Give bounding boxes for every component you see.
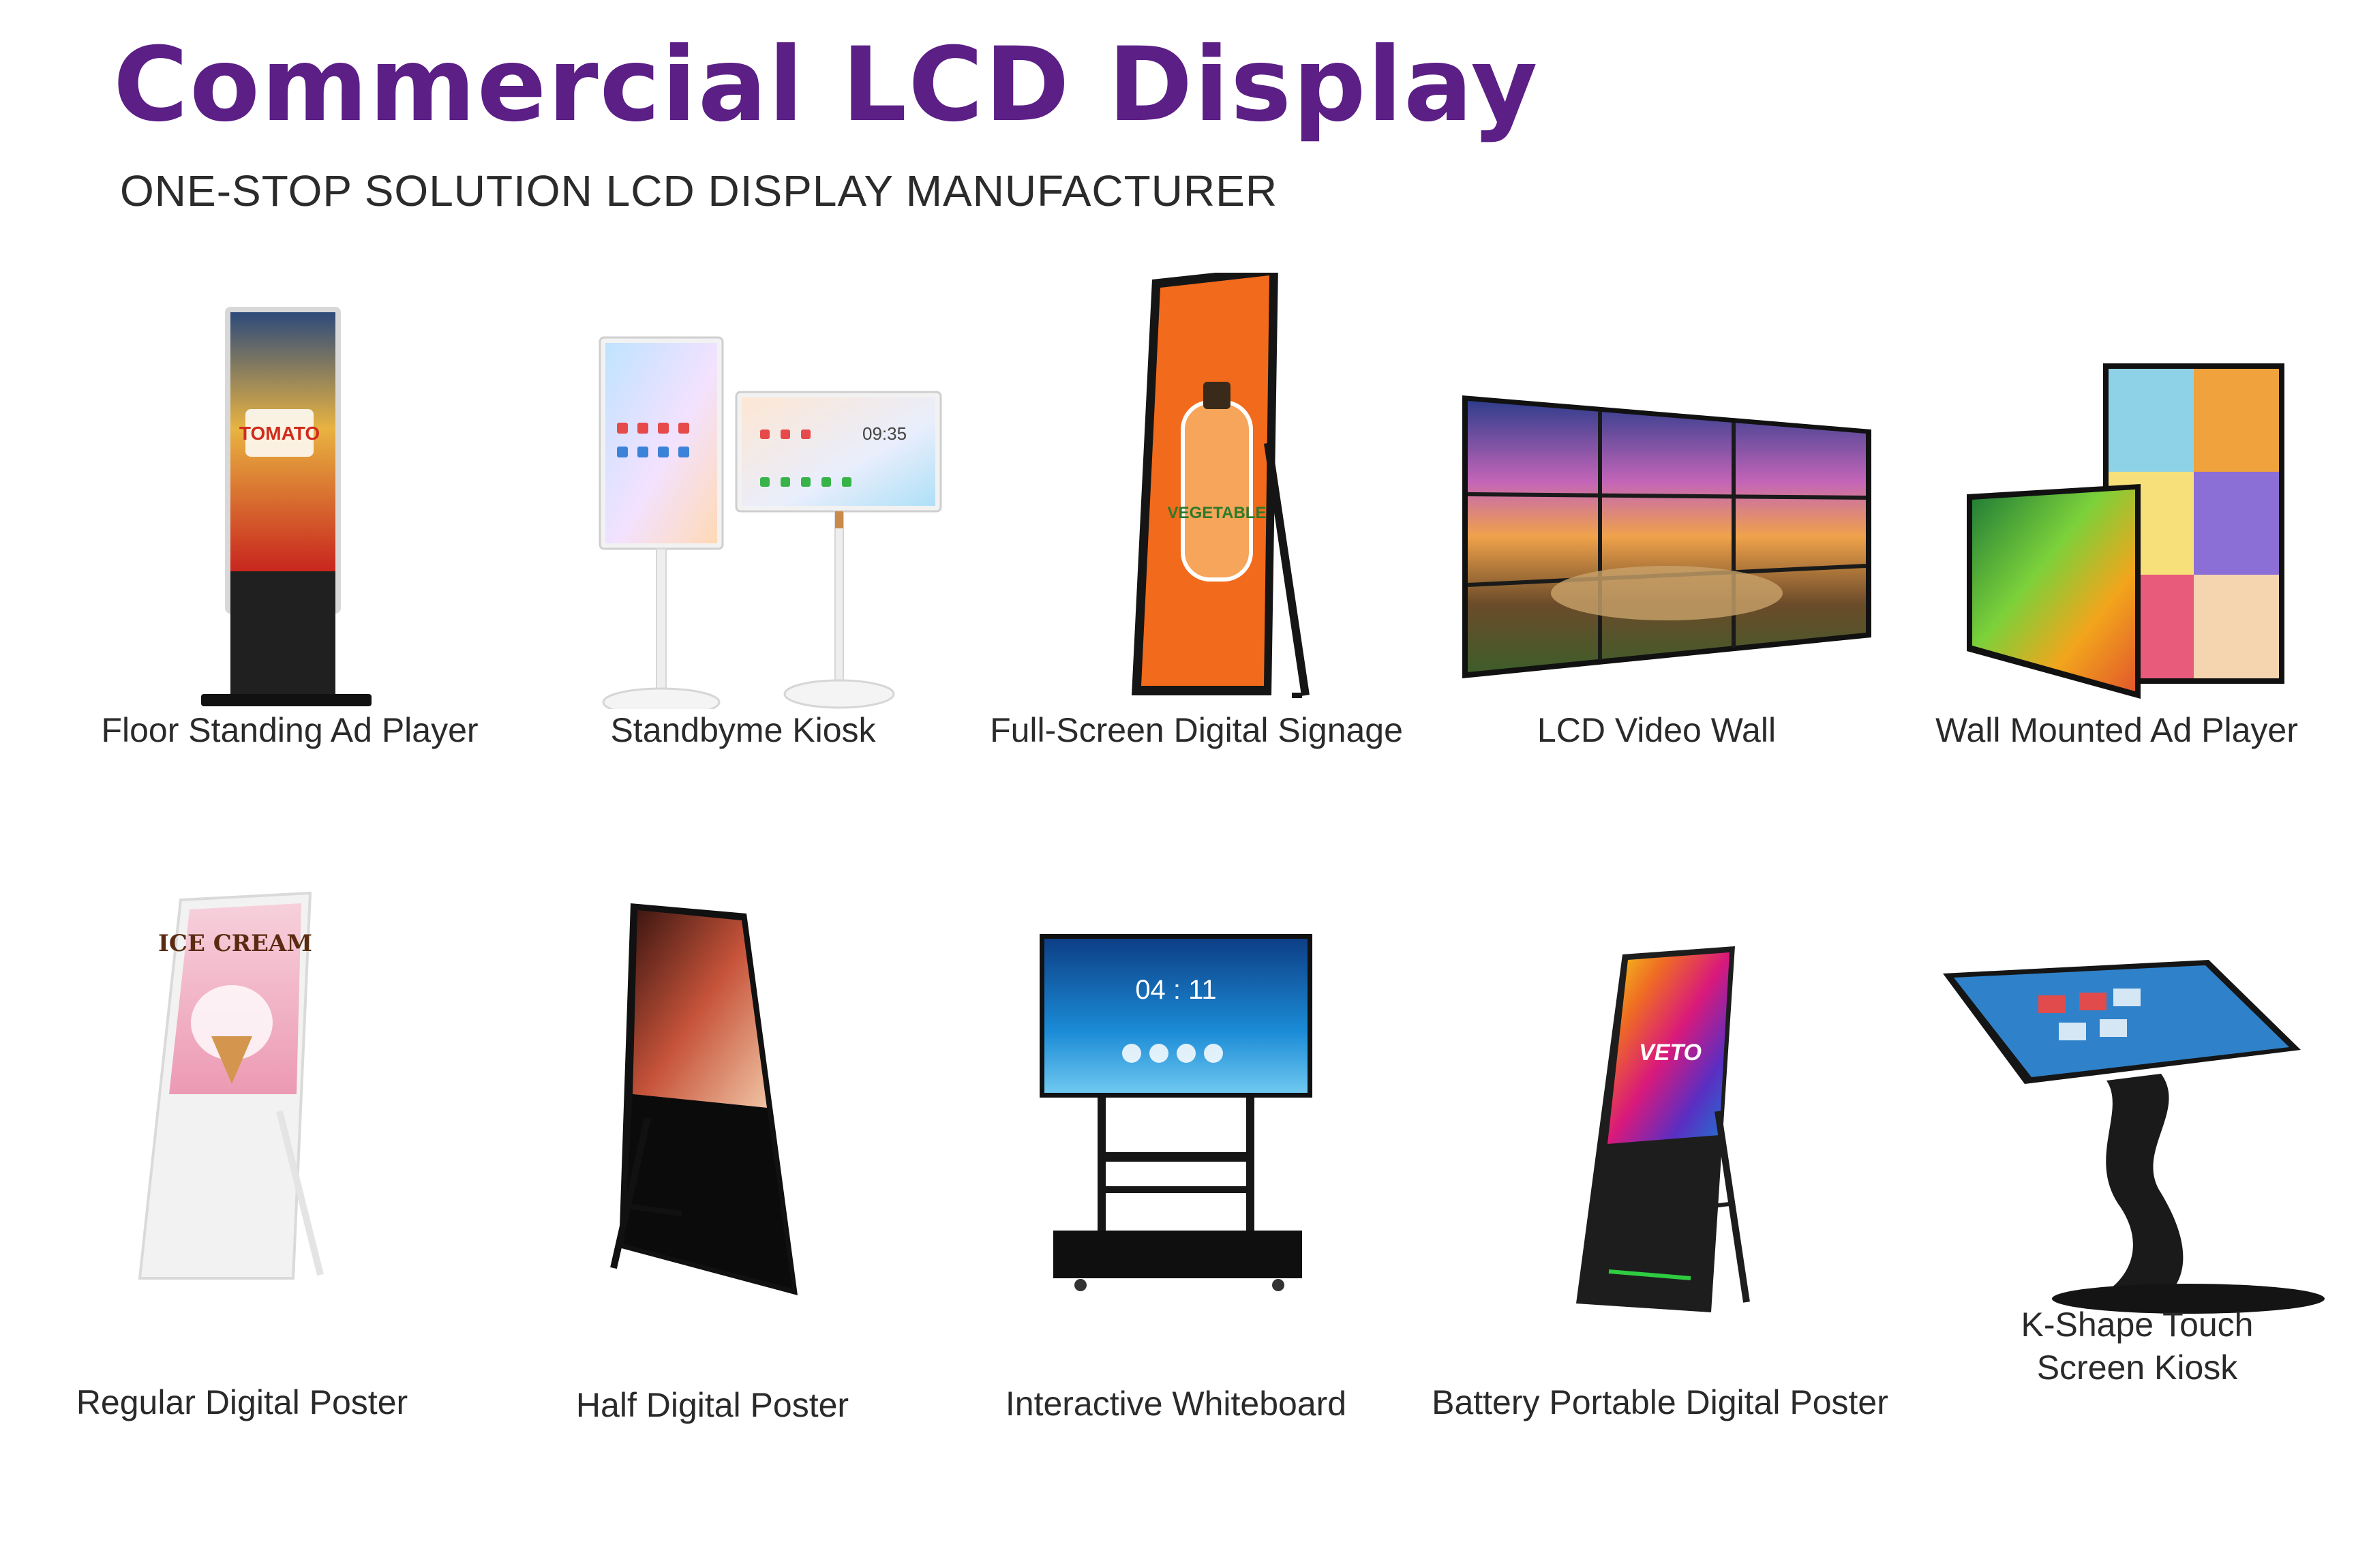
svg-text:ICE CREAM: ICE CREAM [158, 930, 312, 957]
product-label-line2: Screen Kiosk [2036, 1348, 2238, 1387]
floor-standing-ad-player-image: TOMATO [201, 307, 372, 706]
product-interactive-whiteboard[interactable]: 04 : 11 Interactive Whiteboard [941, 886, 1411, 1423]
product-label: K-Shape Touch Screen Kiosk [1902, 1303, 2371, 1389]
product-k-shape-touch-screen-kiosk[interactable]: K-Shape Touch Screen Kiosk [1902, 886, 2371, 1391]
product-standbyme-kiosk[interactable]: 09:35 Standbyme Kiosk [508, 273, 978, 777]
product-label: Regular Digital Poster [76, 1383, 408, 1421]
page-subtitle: ONE-STOP SOLUTION LCD DISPLAY MANUFACTUR… [120, 166, 1278, 215]
poster-screen-brand: VETO [1639, 1040, 1702, 1066]
product-label-line1: K-Shape Touch [2021, 1306, 2254, 1344]
full-screen-digital-signage-image: VEGETABLE [1132, 273, 1310, 698]
standbyme-kiosk-image: 09:35 [599, 336, 942, 709]
svg-text:VEGETABLE: VEGETABLE [1168, 504, 1267, 522]
product-label: Standbyme Kiosk [610, 711, 876, 749]
half-digital-poster-image [610, 903, 798, 1295]
product-full-screen-digital-signage[interactable]: VEGETABLE Full-Screen Digital Signage [961, 273, 1432, 777]
k-shape-touch-screen-kiosk-image [1943, 960, 2325, 1314]
kiosk-screen-clock: 09:35 [862, 423, 907, 444]
product-label: Wall Mounted Ad Player [1935, 711, 2298, 749]
product-lcd-video-wall[interactable]: LCD Video Wall [1421, 273, 1892, 777]
product-regular-digital-poster[interactable]: ICE CREAM Regular Digital Poster [7, 886, 477, 1421]
wall-mounted-ad-player-image [1967, 363, 2284, 699]
regular-digital-poster-image: ICE CREAM [138, 891, 324, 1280]
battery-portable-digital-poster-image: VETO [1576, 946, 1750, 1312]
product-half-digital-poster[interactable]: Half Digital Poster [477, 886, 948, 1424]
product-label: Full-Screen Digital Signage [990, 711, 1403, 749]
product-label: LCD Video Wall [1537, 711, 1777, 749]
page-title: Commercial LCD Display [113, 26, 1539, 145]
interactive-whiteboard-image: 04 : 11 [1040, 934, 1312, 1291]
product-floor-standing-ad-player[interactable]: TOMATO Floor Standing Ad Player [55, 273, 525, 777]
svg-text:TOMATO: TOMATO [239, 423, 320, 444]
lcd-video-wall-image [1462, 395, 1871, 678]
product-label: Half Digital Poster [575, 1386, 849, 1424]
product-label: Interactive Whiteboard [1005, 1385, 1347, 1423]
product-label: Floor Standing Ad Player [101, 711, 479, 749]
whiteboard-screen-clock: 04 : 11 [1135, 975, 1216, 1005]
product-battery-portable-digital-poster[interactable]: VETO Battery Portable Digital Poster [1425, 886, 1895, 1421]
product-wall-mounted-ad-player[interactable]: Wall Mounted Ad Player [1882, 273, 2352, 777]
product-label: Battery Portable Digital Poster [1432, 1383, 1888, 1421]
